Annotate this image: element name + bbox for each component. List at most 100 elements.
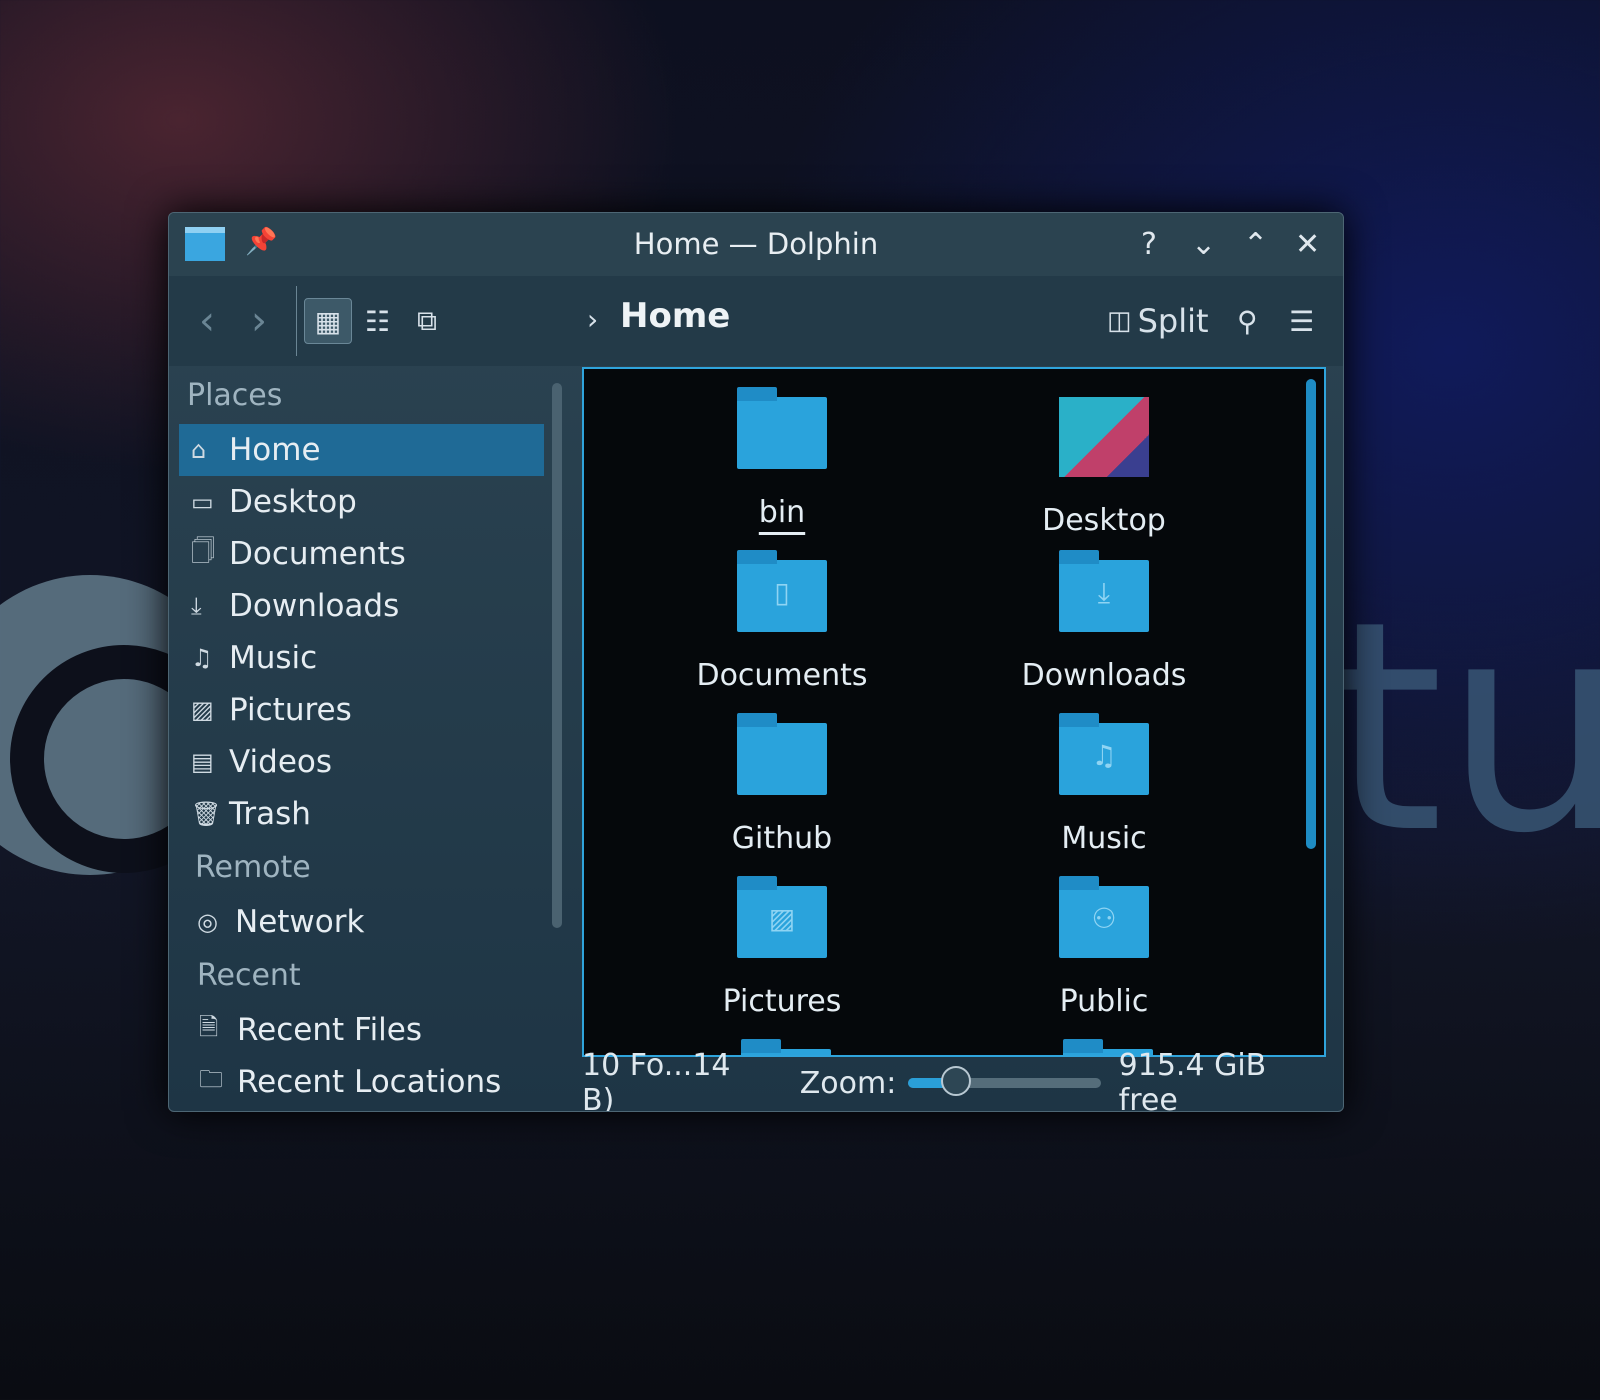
split-label: Split — [1137, 302, 1209, 340]
search-icon: ⚲ — [1237, 304, 1258, 338]
sidebar-item-downloads[interactable]: ⤓ Downloads — [179, 580, 544, 632]
free-space: 915.4 GiB free — [1118, 1048, 1267, 1112]
zoom-label: Zoom: — [799, 1065, 897, 1101]
split-icon: ◫ — [1107, 306, 1132, 336]
home-icon: ⌂ — [191, 436, 207, 464]
file-name: Downloads — [1021, 658, 1187, 693]
sidebar-item-pictures[interactable]: ▨ Pictures — [179, 684, 544, 736]
desktop-icon: ▭ — [191, 488, 214, 516]
sidebar-item-label: Downloads — [229, 588, 400, 624]
file-name: Github — [731, 821, 833, 856]
sidebar-item-label: Home — [229, 432, 321, 468]
close-button[interactable]: ✕ — [1295, 227, 1320, 262]
grid-icon: ▦ — [314, 304, 342, 338]
sidebar-item-desktop[interactable]: ▭ Desktop — [179, 476, 544, 528]
compact-list-icon: ☷ — [365, 304, 391, 338]
minimize-button[interactable]: ⌄ — [1191, 227, 1216, 262]
search-button[interactable]: ⚲ — [1237, 298, 1258, 344]
pictures-icon: ▨ — [191, 696, 214, 724]
file-name: Pictures — [722, 984, 842, 1019]
file-name: Documents — [696, 658, 868, 693]
sidebar-item-label: Recent Locations — [237, 1064, 502, 1100]
tree-icon: ⧉ — [417, 304, 437, 337]
folder-emblem-icon: ⤓ — [1097, 576, 1111, 609]
places-panel: Places ⌂ Home ▭ Desktop 🗍 Documents ⤓ Downloads… — [179, 368, 544, 1108]
back-button[interactable]: ‹ — [199, 298, 215, 344]
folder-icon: ♫ — [1059, 713, 1149, 795]
file-name: Desktop — [1042, 503, 1166, 538]
file-item-desktop[interactable]: Desktop — [984, 397, 1224, 538]
sidebar-item-recent-locations[interactable]: 🗀 Recent Locations — [179, 1056, 544, 1108]
sidebar-item-label: Network — [235, 904, 365, 940]
folder-emblem-icon: ♫ — [1091, 739, 1117, 772]
compact-view-button[interactable]: ☷ — [365, 298, 390, 344]
sidebar-item-label: Videos — [229, 744, 333, 780]
sidebar-item-trash[interactable]: 🗑 Trash — [179, 788, 544, 840]
dolphin-window: 📌 Home — Dolphin ? ⌄ ⌃ ✕ ‹ › ▦ ☷ ⧉ › Hom… — [168, 212, 1344, 1112]
sidebar-item-label: Documents — [229, 536, 406, 572]
file-name: bin — [758, 495, 806, 530]
zoom-slider[interactable] — [908, 1066, 1101, 1096]
file-view-scrollbar[interactable] — [1306, 379, 1316, 849]
icons-view-button[interactable]: ▦ — [304, 298, 352, 344]
toolbar-separator — [296, 286, 297, 356]
folder-icon — [737, 713, 827, 795]
sidebar-item-home[interactable]: ⌂ Home — [179, 424, 544, 476]
sidebar-item-network[interactable]: ◎ Network — [179, 896, 544, 948]
window-title: Home — Dolphin — [633, 227, 879, 261]
toolbar: ‹ › ▦ ☷ ⧉ › Home ◫ Split ⚲ ☰ — [169, 276, 1343, 366]
sidebar-item-label: Trash — [229, 796, 311, 832]
sidebar-item-music[interactable]: ♫ Music — [179, 632, 544, 684]
file-item-pictures[interactable]: ▨ Pictures — [662, 876, 902, 1019]
folder-icon: ▯ — [737, 550, 827, 632]
file-item-public[interactable]: ⚇ Public — [984, 876, 1224, 1019]
file-name: Public — [1059, 984, 1149, 1019]
folder-icon: ⚇ — [1059, 876, 1149, 958]
forward-button[interactable]: › — [251, 298, 267, 344]
maximize-button[interactable]: ⌃ — [1243, 227, 1268, 262]
status-summary: 10 Fo...14 B) — [582, 1048, 731, 1112]
sidebar-item-label: Recent Files — [237, 1012, 423, 1048]
sidebar-item-documents[interactable]: 🗍 Documents — [179, 528, 544, 580]
breadcrumb-separator-icon: › — [587, 302, 599, 336]
file-item-bin[interactable]: bin — [662, 387, 902, 530]
hamburger-icon: ☰ — [1289, 304, 1315, 338]
videos-icon: ▤ — [191, 748, 214, 776]
file-view: bin Desktop ▯ Documents ⤓ Downloads Github ♫ Mus… — [582, 367, 1326, 1057]
file-item-documents[interactable]: ▯ Documents — [662, 550, 902, 693]
help-button[interactable]: ? — [1141, 227, 1157, 262]
breadcrumb-home[interactable]: Home — [620, 296, 730, 336]
sidebar-item-label: Pictures — [229, 692, 352, 728]
network-icon: ◎ — [197, 908, 218, 936]
file-item-github[interactable]: Github — [662, 713, 902, 856]
background-wordmark: tu — [1330, 560, 1600, 897]
folder-icon: ▨ — [737, 876, 827, 958]
folder-icon: ⤓ — [1059, 550, 1149, 632]
recent-files-icon: 🗎 — [199, 1012, 219, 1041]
folder-emblem-icon: ▨ — [768, 902, 796, 935]
places-header: Places — [187, 378, 283, 413]
folder-icon — [737, 387, 827, 469]
menu-button[interactable]: ☰ — [1289, 298, 1314, 344]
sidebar-item-label: Music — [229, 640, 318, 676]
trash-icon: 🗑 — [191, 800, 222, 828]
sidebar-scrollbar[interactable] — [552, 383, 562, 928]
desktop-thumbnail-icon — [1059, 397, 1149, 477]
music-icon: ♫ — [191, 644, 213, 672]
title-bar: 📌 Home — Dolphin ? ⌄ ⌃ ✕ — [169, 213, 1343, 276]
sidebar-item-recent-files[interactable]: 🗎 Recent Files — [179, 1004, 544, 1056]
split-button[interactable]: ◫ Split — [1107, 298, 1209, 344]
sidebar-item-videos[interactable]: ▤ Videos — [179, 736, 544, 788]
file-name: Music — [1061, 821, 1147, 856]
downloads-icon: ⤓ — [191, 592, 202, 620]
details-view-button[interactable]: ⧉ — [417, 298, 437, 344]
file-item-music[interactable]: ♫ Music — [984, 713, 1224, 856]
folder-emblem-icon: ⚇ — [1091, 902, 1117, 935]
zoom-slider-handle[interactable] — [941, 1066, 972, 1096]
status-bar: 10 Fo...14 B) Zoom: 915.4 GiB free — [582, 1048, 1332, 1111]
documents-icon: 🗍 — [191, 536, 215, 565]
remote-header: Remote — [195, 850, 311, 885]
file-item-downloads[interactable]: ⤓ Downloads — [984, 550, 1224, 693]
recent-header: Recent — [197, 958, 301, 993]
recent-locations-icon: 🗀 — [199, 1064, 223, 1093]
